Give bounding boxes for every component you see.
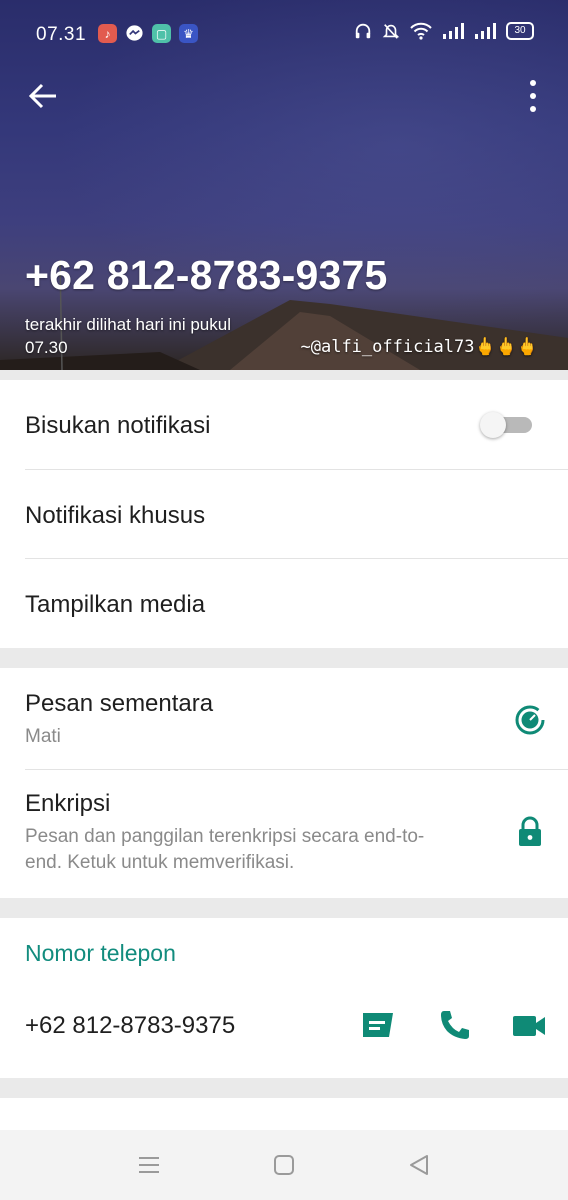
phone-call-icon[interactable] <box>437 1007 473 1043</box>
mute-notifications-toggle[interactable] <box>480 412 532 438</box>
encryption-description: Pesan dan panggilan terenkripsi secara e… <box>25 826 425 873</box>
phone-number-card: Nomor telepon +62 812-8783-9375 <box>0 918 568 1078</box>
back-triangle-icon[interactable] <box>406 1152 432 1178</box>
music-app-icon: ♪ <box>98 24 117 43</box>
headphones-icon <box>355 23 371 39</box>
custom-notifications-label: Notifikasi khusus <box>25 502 206 529</box>
system-navigation-bar <box>0 1130 568 1200</box>
back-button[interactable] <box>26 78 62 114</box>
contact-name: +62 812-8783-9375 <box>25 252 388 298</box>
encryption-label: Enkripsi <box>25 790 111 817</box>
chat-app-icon: ▢ <box>152 24 171 43</box>
show-media-label: Tampilkan media <box>25 591 206 618</box>
message-icon[interactable] <box>360 1008 396 1044</box>
signal-icon <box>475 23 496 39</box>
mute-notifications-label: Bisukan notifikasi <box>25 412 211 439</box>
status-app-icons: ♪ ▢ ♛ <box>98 24 198 43</box>
status-bar: 07.31 ♪ ▢ ♛ 30 <box>0 0 568 70</box>
phone-section-title: Nomor telepon <box>25 940 176 966</box>
encryption-row[interactable]: Enkripsi Pesan dan panggilan terenkripsi… <box>0 770 568 898</box>
mute-notifications-row[interactable]: Bisukan notifikasi <box>0 380 568 469</box>
disappearing-messages-value: Mati <box>25 726 61 747</box>
mute-bell-icon <box>382 24 400 39</box>
contact-header: 07.31 ♪ ▢ ♛ 30 +62 812-8783-9375 terakhi… <box>0 0 568 370</box>
phone-number[interactable]: +62 812-8783-9375 <box>25 1012 235 1040</box>
status-time: 07.31 <box>36 24 87 45</box>
status-system-icons: 30 <box>354 22 534 40</box>
privacy-card: Pesan sementara Mati Enkripsi Pesan dan … <box>0 668 568 898</box>
battery-indicator: 30 <box>506 22 534 40</box>
timer-icon <box>515 705 545 735</box>
show-media-row[interactable]: Tampilkan media <box>0 559 568 648</box>
game-app-icon: ♛ <box>179 24 198 43</box>
notification-settings-card: Bisukan notifikasi Notifikasi khusus Tam… <box>0 380 568 648</box>
messenger-icon <box>125 24 144 43</box>
custom-notifications-row[interactable]: Notifikasi khusus <box>0 470 568 558</box>
more-options-button[interactable] <box>522 80 544 112</box>
home-icon[interactable] <box>271 1152 297 1178</box>
arrow-left-icon <box>28 83 56 109</box>
wifi-icon <box>410 22 432 40</box>
disappearing-messages-row[interactable]: Pesan sementara Mati <box>0 668 568 769</box>
signal-icon <box>443 23 464 39</box>
menu-icon[interactable] <box>136 1152 162 1178</box>
disappearing-messages-label: Pesan sementara <box>25 690 214 717</box>
lock-icon <box>519 816 541 846</box>
last-seen-status: terakhir dilihat hari ini pukul 07.30 <box>25 315 231 357</box>
video-call-icon[interactable] <box>511 1008 547 1044</box>
contact-about: ~@alfi_official73🖕🖕🖕 <box>300 337 539 357</box>
more-vertical-icon <box>530 80 536 86</box>
